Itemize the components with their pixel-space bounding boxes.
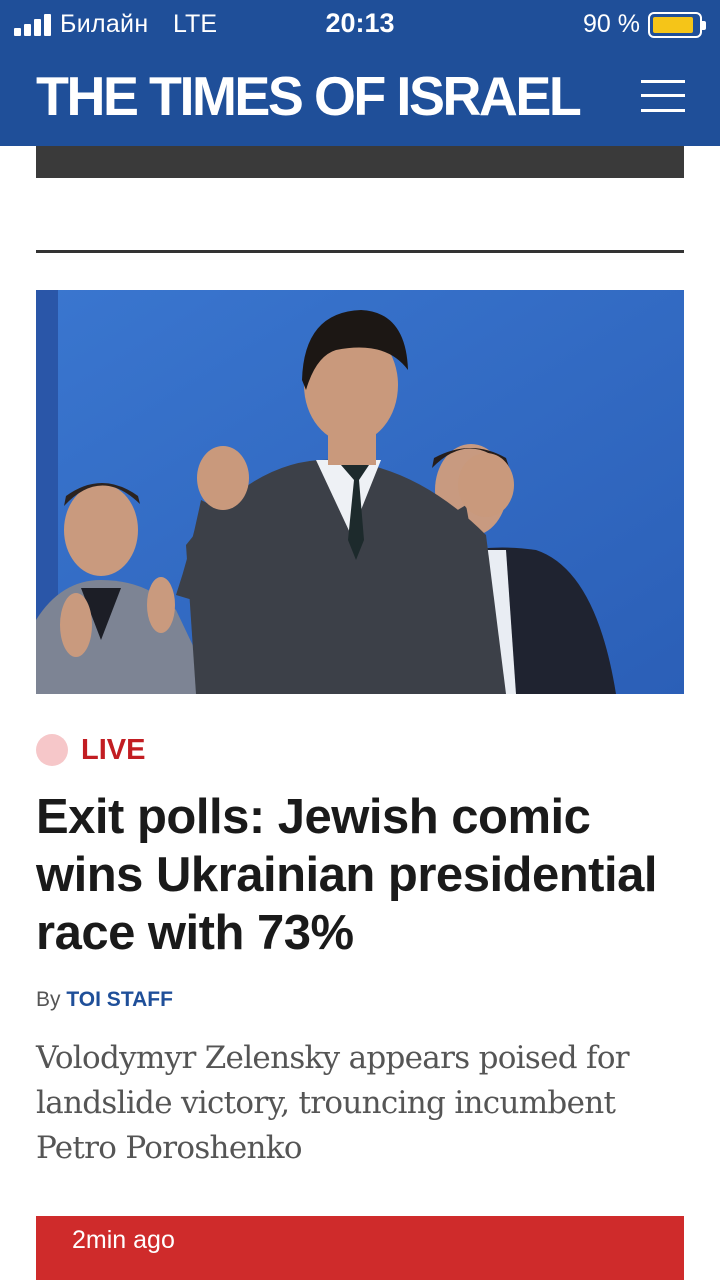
live-dot-icon	[36, 734, 68, 766]
article-summary: Volodymyr Zelensky appears poised for la…	[36, 1040, 630, 1166]
site-logo[interactable]: THE TIMES OF ISRAEL	[36, 58, 582, 134]
status-bar: Билайн LTE 20:13 90 %	[0, 0, 720, 50]
app-header: Билайн LTE 20:13 90 % THE TIMES OF ISRAE…	[0, 0, 720, 146]
live-update-card[interactable]: 2min ago	[36, 1216, 684, 1280]
byline-prefix: By	[36, 988, 61, 1011]
article-byline: By TOI STAFF	[36, 988, 173, 1012]
article-headline[interactable]: Exit polls: Jewish comic wins Ukrainian …	[36, 788, 696, 962]
ad-banner-strip	[36, 146, 684, 178]
battery-icon	[648, 12, 706, 38]
section-divider	[36, 250, 684, 253]
hamburger-menu-icon[interactable]	[641, 78, 685, 114]
live-label: LIVE	[81, 734, 146, 766]
photo-illustration	[36, 290, 684, 694]
article-photo[interactable]	[36, 290, 684, 694]
author-link[interactable]: TOI STAFF	[66, 988, 173, 1011]
update-time: 2min ago	[72, 1226, 175, 1254]
battery-percent: 90 %	[583, 10, 640, 38]
